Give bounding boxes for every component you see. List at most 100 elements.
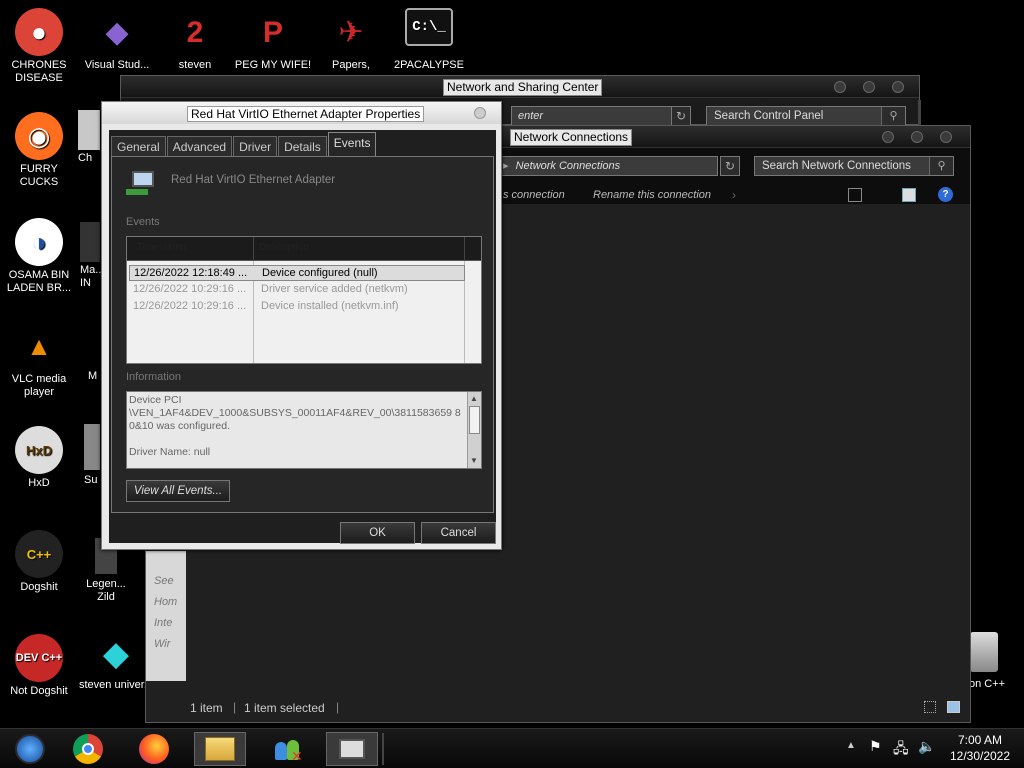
- search-icon[interactable]: ⚲: [929, 157, 953, 175]
- close-button[interactable]: [892, 81, 904, 93]
- volume-icon[interactable]: 🔈: [918, 738, 935, 755]
- network-sharing-titlebar[interactable]: Network and Sharing Center: [121, 76, 919, 98]
- help-icon[interactable]: ?: [938, 187, 953, 202]
- view-all-events-button[interactable]: View All Events...: [126, 480, 230, 502]
- search-icon[interactable]: ⚲: [881, 107, 905, 125]
- side-link[interactable]: Hom: [154, 596, 177, 608]
- device-icon: [339, 739, 365, 759]
- show-hidden-icons-button[interactable]: ▲: [846, 740, 856, 751]
- address-bar[interactable]: ▸ Network Connections: [496, 156, 718, 176]
- toolbar-connection-action[interactable]: s connection: [503, 189, 565, 201]
- app-icon: ◑: [15, 218, 63, 266]
- event-description: Driver service added (netkvm): [261, 283, 408, 295]
- information-textbox[interactable]: Device PCI \VEN_1AF4&DEV_1000&SUBSYS_000…: [126, 391, 482, 469]
- column-header-timestamp[interactable]: Timestamp: [137, 242, 186, 253]
- desktop-icon-6[interactable]: DEV C++ Not Dogshit: [0, 634, 78, 698]
- preview-pane-icon[interactable]: [902, 188, 916, 202]
- event-row[interactable]: 12/26/2022 10:29:16 ... Driver service ad…: [129, 282, 465, 298]
- desktop-icon-top-0[interactable]: ◆ Visual Stud...: [78, 8, 156, 72]
- refresh-button[interactable]: ↻: [720, 156, 740, 176]
- taskbar: ✕ ▲ ⚑ 🖧 🔈 7:00 AM 12/30/2022: [0, 728, 1024, 768]
- search-network-connections[interactable]: Search Network Connections ⚲: [754, 156, 954, 176]
- app-icon: HxD: [15, 426, 63, 474]
- side-link[interactable]: Inte: [154, 617, 172, 629]
- taskbar-firefox[interactable]: [128, 732, 180, 766]
- events-table[interactable]: Timestamp Description 12/26/2022 12:18:4…: [126, 236, 482, 364]
- taskbar-network[interactable]: ✕: [262, 732, 314, 766]
- desktop-icon-top-4[interactable]: C:\_ 2PACALYPSE: [390, 8, 468, 72]
- desktop-icon-label: FURRY CUCKS: [19, 163, 59, 188]
- adapter-properties-dialog[interactable]: Red Hat VirtIO Ethernet Adapter Properti…: [101, 101, 502, 550]
- app-icon: ▲: [26, 330, 52, 361]
- minimize-button[interactable]: [834, 81, 846, 93]
- app-icon: C:\_: [405, 8, 453, 46]
- desktop-icon-label: Not Dogshit: [10, 685, 68, 697]
- network-adapter-icon: [126, 171, 156, 199]
- column-header-description[interactable]: Description: [259, 242, 309, 253]
- rename-connection-button[interactable]: Rename this connection: [593, 189, 711, 201]
- desktop-icon-3[interactable]: ▲ VLC media player: [0, 322, 78, 399]
- desktop-icon-5[interactable]: C++ Dogshit: [0, 530, 78, 594]
- maximize-button[interactable]: [863, 81, 875, 93]
- search-control-panel[interactable]: Search Control Panel ⚲: [706, 106, 906, 126]
- desktop-icon-top-2[interactable]: P PEG MY WIFE!: [234, 8, 312, 72]
- folder-icon: [205, 737, 235, 761]
- view-options-icon[interactable]: [848, 188, 862, 202]
- desktop-icon-label: Papers,: [332, 59, 370, 71]
- maximize-button[interactable]: [911, 131, 923, 143]
- information-scrollbar[interactable]: ▲ ▼: [467, 392, 481, 468]
- clock[interactable]: 7:00 AM 12/30/2022: [940, 732, 1020, 764]
- desktop-icon-2[interactable]: ◑ OSAMA BIN LADEN BR...: [0, 218, 78, 295]
- tab-advanced[interactable]: Advanced: [166, 136, 233, 158]
- address-bar[interactable]: enter: [511, 106, 689, 126]
- taskbar-file-explorer[interactable]: [194, 732, 246, 766]
- app-icon: P: [262, 15, 283, 49]
- close-button[interactable]: [474, 107, 486, 119]
- app-icon: DEV C++: [15, 634, 63, 682]
- network-status-icon[interactable]: 🖧: [893, 738, 909, 762]
- desktop-icon-steven-universe[interactable]: ◆ steven univer...: [78, 632, 154, 692]
- toolbar-more-icon[interactable]: ›: [732, 188, 736, 202]
- app-icon: ●: [15, 8, 63, 56]
- selected-count: 1 item selected: [244, 701, 325, 715]
- start-button[interactable]: [4, 732, 56, 766]
- app-icon: C++: [15, 530, 63, 578]
- events-label: Events: [126, 216, 160, 228]
- action-center-flag-icon[interactable]: ⚑: [869, 738, 882, 755]
- dialog-titlebar[interactable]: Red Hat VirtIO Ethernet Adapter Properti…: [102, 102, 501, 124]
- details-view-icon[interactable]: [924, 701, 936, 713]
- large-icons-view-icon[interactable]: [947, 701, 960, 713]
- minimize-button[interactable]: [882, 131, 894, 143]
- desktop-icon-4[interactable]: HxD HxD: [0, 426, 78, 490]
- information-label: Information: [126, 371, 182, 383]
- side-link[interactable]: Wir: [154, 638, 170, 650]
- desktop-icon-0[interactable]: ● CHRONES DISEASE: [0, 8, 78, 85]
- tab-details[interactable]: Details: [278, 136, 327, 158]
- events-table-header: Timestamp Description: [127, 237, 481, 261]
- event-row[interactable]: 12/26/2022 10:29:16 ... Device installed …: [129, 299, 465, 315]
- tab-driver[interactable]: Driver: [233, 136, 278, 158]
- desktop-icon-top-3[interactable]: ✈ Papers,: [312, 8, 390, 72]
- taskbar-chrome[interactable]: [62, 732, 114, 766]
- dialog-body: General Advanced Driver Details Events Red H…: [109, 130, 496, 544]
- desktop-icon-label: steven: [178, 59, 212, 71]
- desktop-icon-top-1[interactable]: 2 steven: [156, 8, 234, 72]
- tab-events[interactable]: Events: [327, 132, 377, 158]
- side-link[interactable]: See: [154, 575, 174, 587]
- taskbar-device-properties[interactable]: [326, 732, 378, 766]
- start-orb-icon: [15, 734, 45, 764]
- refresh-button[interactable]: ↻: [671, 106, 691, 126]
- desktop-icon-1[interactable]: ◉ FURRY CUCKS: [0, 112, 78, 189]
- cancel-button[interactable]: Cancel: [421, 522, 496, 544]
- tab-general[interactable]: General: [111, 136, 166, 158]
- event-timestamp: 12/26/2022 12:18:49 ...: [134, 267, 248, 279]
- window-frame-strip: [918, 100, 921, 126]
- event-description: Device installed (netkvm.inf): [261, 300, 399, 312]
- ok-button[interactable]: OK: [340, 522, 415, 544]
- tab-strip: General Advanced Driver Details Events: [111, 132, 377, 158]
- recycle-bin-icon: [970, 632, 998, 672]
- taskbar-separator: [382, 733, 384, 765]
- event-row[interactable]: 12/26/2022 12:18:49 ... Device configured…: [129, 265, 465, 281]
- close-button[interactable]: [940, 131, 952, 143]
- side-panel: See Hom Inte Wir: [146, 551, 186, 681]
